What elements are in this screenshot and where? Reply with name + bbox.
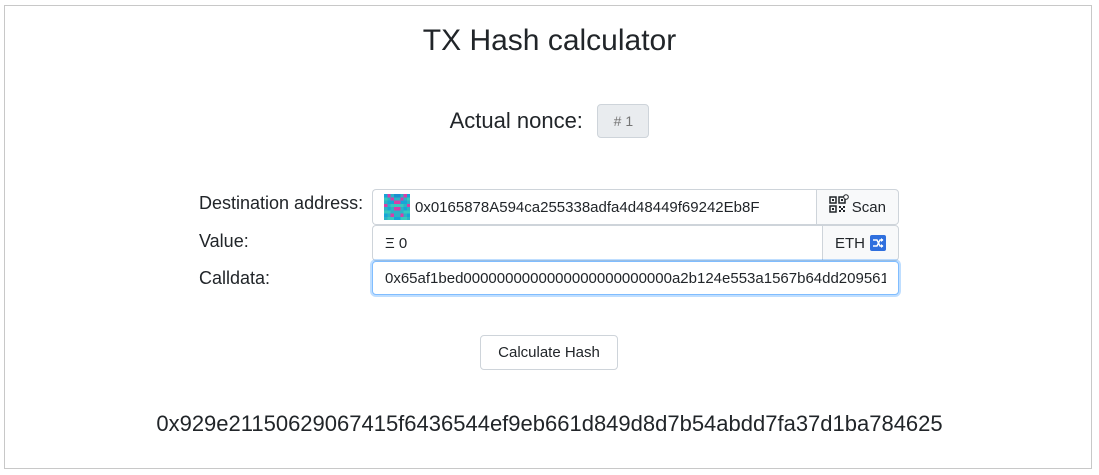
nonce-input[interactable] (597, 104, 650, 138)
value-label: Value: (199, 231, 249, 251)
swap-icon (870, 235, 886, 251)
destination-label: Destination address: (199, 193, 364, 213)
result-hash: 0x929e21150629067415f6436544ef9eb661d849… (156, 411, 943, 436)
unit-toggle-button[interactable]: ETH (822, 225, 899, 261)
destination-group: 0x0165878A594ca255338adfa4d48449f69242Eb… (372, 189, 899, 225)
destination-address-value: 0x0165878A594ca255338adfa4d48449f69242Eb… (415, 198, 760, 216)
page-title: TX Hash calculator (422, 24, 677, 57)
nonce-row: Actual nonce: (0, 104, 1099, 140)
scan-label: Scan (851, 198, 886, 216)
qr-scan-icon (829, 194, 849, 213)
calculate-hash-button[interactable]: Calculate Hash (480, 335, 618, 370)
value-input[interactable]: Ξ 0 (372, 225, 822, 261)
nonce-label: Actual nonce: (449, 108, 583, 133)
calldata-input[interactable] (372, 261, 899, 295)
scan-button[interactable]: Scan (815, 189, 899, 225)
value-group: Ξ 0 ETH (372, 225, 899, 261)
destination-address-input[interactable]: 0x0165878A594ca255338adfa4d48449f69242Eb… (372, 189, 816, 225)
value-amount: Ξ 0 (385, 234, 408, 252)
unit-label: ETH (835, 234, 865, 252)
address-identicon (384, 194, 410, 220)
calldata-label: Calldata: (199, 268, 271, 288)
